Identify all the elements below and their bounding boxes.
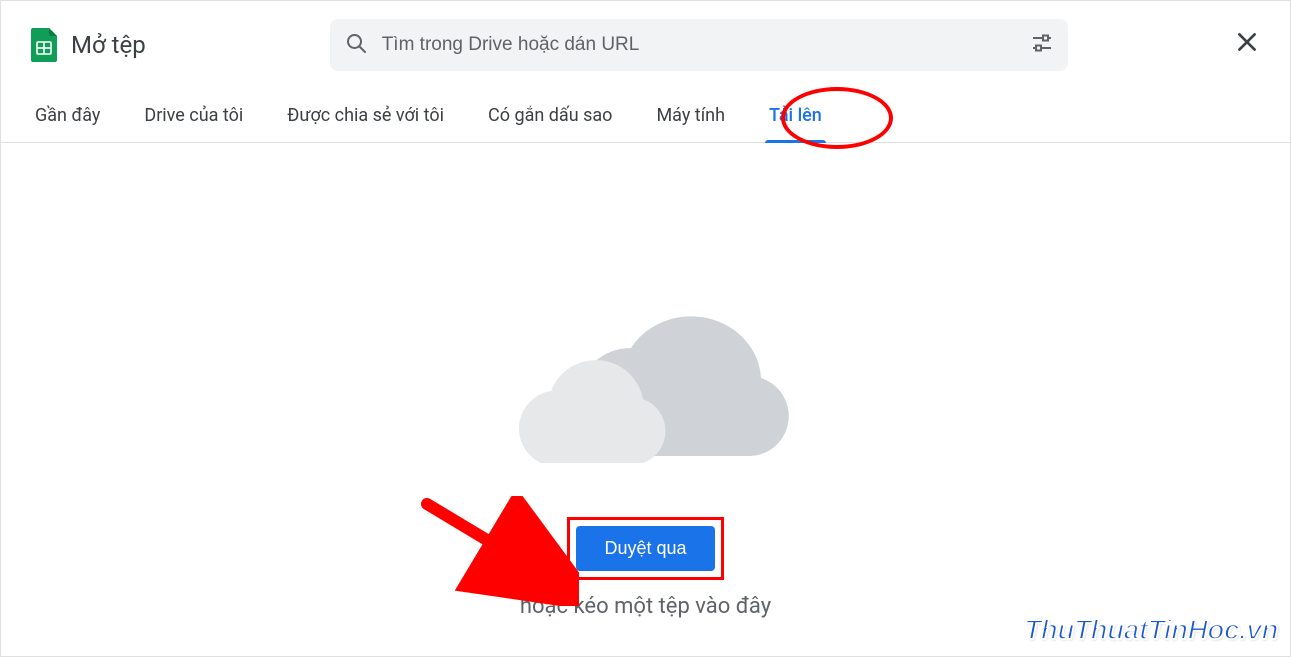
tab-computer[interactable]: Máy tính bbox=[652, 89, 729, 142]
cloud-illustration-icon bbox=[486, 293, 806, 473]
annotation-highlight-box: Duyệt qua bbox=[567, 517, 723, 580]
close-icon[interactable] bbox=[1234, 29, 1260, 59]
dialog-header: Mở tệp bbox=[1, 1, 1290, 89]
filter-icon[interactable] bbox=[1030, 31, 1054, 59]
tab-bar: Gần đây Drive của tôi Được chia sẻ với t… bbox=[1, 89, 1290, 143]
sheets-icon bbox=[31, 28, 57, 62]
tab-my-drive[interactable]: Drive của tôi bbox=[140, 89, 247, 142]
upload-pane: Duyệt qua hoặc kéo một tệp vào đây bbox=[1, 143, 1290, 643]
search-bar[interactable] bbox=[330, 19, 1068, 71]
tab-upload[interactable]: Tải lên bbox=[765, 89, 826, 142]
search-input[interactable] bbox=[382, 34, 1016, 56]
tab-recent[interactable]: Gần đây bbox=[31, 89, 104, 142]
browse-button[interactable]: Duyệt qua bbox=[576, 526, 714, 571]
drag-hint-text: hoặc kéo một tệp vào đây bbox=[520, 594, 771, 619]
dialog-title: Mở tệp bbox=[71, 31, 146, 59]
search-icon bbox=[344, 31, 368, 59]
tab-shared-with-me[interactable]: Được chia sẻ với tôi bbox=[283, 89, 448, 142]
tab-starred[interactable]: Có gắn dấu sao bbox=[484, 89, 616, 142]
